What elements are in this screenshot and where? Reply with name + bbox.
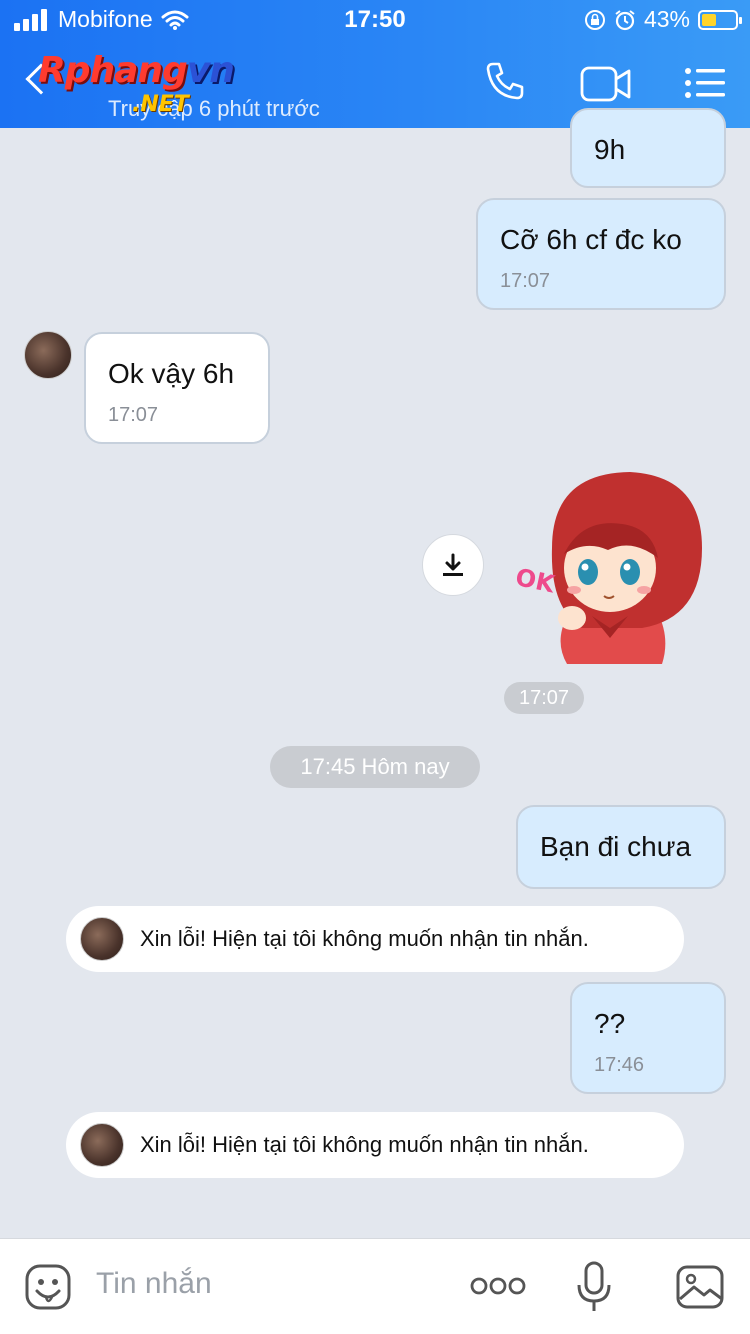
watermark-logo: Rphangvn [38,50,235,91]
incoming-message[interactable]: Ok vậy 6h 17:07 [84,332,270,444]
status-bar: Mobifone 17:50 43% [0,0,750,42]
download-icon [443,553,463,576]
outgoing-message[interactable]: Bạn đi chưa [516,805,726,889]
message-input-bar: Tin nhắn [0,1238,750,1334]
alarm-icon [615,9,635,30]
message-time: 17:07 [108,404,159,426]
date-divider: 17:45 Hôm nay [270,746,480,788]
message-list[interactable]: 9h Cỡ 6h cf đc ko 17:07 Ok vậy 6h 17:07 [0,108,750,1238]
lock-rotation-icon [584,9,605,30]
message-time: 17:07 [500,270,551,292]
watermark-logo-net: .NET [132,92,189,117]
auto-reply-message: Xin lỗi! Hiện tại tôi không muốn nhận ti… [66,906,684,972]
menu-icon[interactable] [684,66,726,100]
outgoing-message[interactable]: ?? 17:46 [570,982,726,1094]
avatar[interactable] [24,331,72,379]
mic-icon[interactable] [576,1261,612,1313]
battery-icon [698,9,742,30]
sticker-image[interactable]: OK [512,468,708,668]
phone-icon[interactable] [484,60,526,102]
auto-reply-message: Xin lỗi! Hiện tại tôi không muốn nhận ti… [66,1112,684,1178]
download-button[interactable] [422,534,484,596]
message-time: 17:46 [594,1054,645,1076]
outgoing-message[interactable]: 9h [570,108,726,188]
avatar[interactable] [80,917,124,961]
svg-text:OK: OK [513,563,558,599]
outgoing-message[interactable]: Cỡ 6h cf đc ko 17:07 [476,198,726,310]
battery-percent: 43% [643,6,690,32]
emoji-icon[interactable] [24,1263,72,1311]
video-call-icon[interactable] [580,64,632,104]
more-icon[interactable] [470,1275,526,1297]
message-input[interactable]: Tin nhắn [96,1267,212,1301]
message-time: 17:07 [504,682,584,714]
avatar[interactable] [80,1123,124,1167]
image-icon[interactable] [676,1265,724,1309]
